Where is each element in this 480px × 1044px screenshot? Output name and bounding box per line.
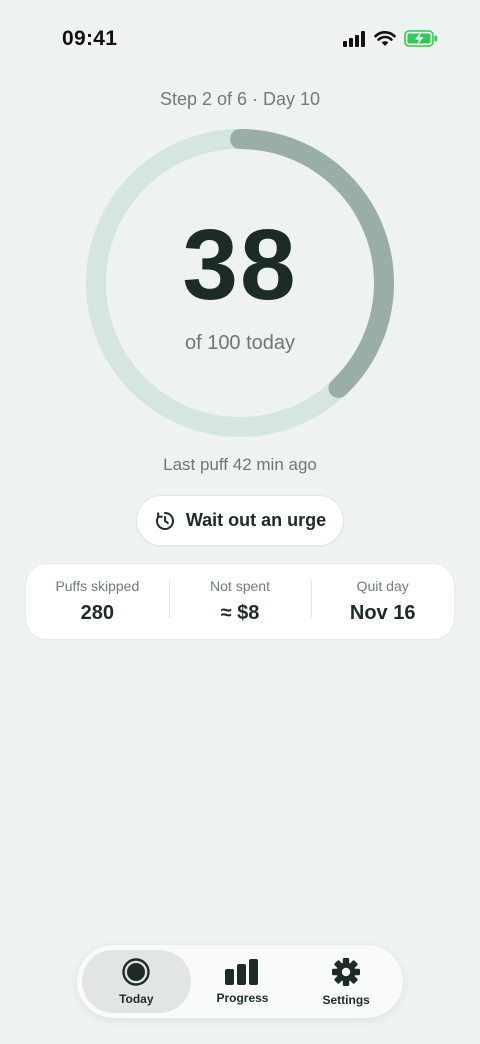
- stat-label: Not spent: [210, 578, 270, 594]
- tab-settings[interactable]: Settings: [294, 950, 398, 1013]
- tab-progress[interactable]: Progress: [191, 950, 295, 1013]
- stat-not-spent: Not spent ≈ $8: [168, 578, 312, 625]
- status-time: 09:41: [62, 27, 118, 50]
- ring-icon: [122, 957, 151, 986]
- puff-limit-label: of 100 today: [184, 332, 296, 354]
- tab-label: Progress: [216, 990, 269, 1005]
- stat-value: ≈ $8: [220, 602, 260, 624]
- stat-label: Puffs skipped: [55, 578, 140, 594]
- puff-count: 38: [182, 209, 298, 321]
- battery-charging-icon: [404, 30, 437, 47]
- tab-bar: Today Progress Settings: [77, 945, 403, 1018]
- cellular-signal-icon: [343, 30, 365, 47]
- wait-out-urge-button[interactable]: Wait out an urge: [136, 495, 344, 546]
- stat-puffs-skipped: Puffs skipped 280: [26, 578, 169, 625]
- last-puff-label: Last puff 42 min ago: [163, 455, 317, 474]
- stat-value: 280: [80, 602, 115, 624]
- tab-today[interactable]: Today: [82, 950, 191, 1013]
- stat-value: Nov 16: [349, 602, 416, 624]
- stat-quit-day: Quit day Nov 16: [311, 578, 454, 625]
- stat-label: Quit day: [356, 578, 409, 594]
- wifi-icon: [374, 30, 396, 46]
- daily-progress-ring: 38 of 100 today: [84, 127, 396, 439]
- stats-card: Puffs skipped 280 Not spent ≈ $8 Quit da…: [25, 563, 455, 640]
- timer-icon: [155, 511, 174, 530]
- tab-label: Settings: [322, 992, 370, 1007]
- tab-label: Today: [119, 991, 154, 1006]
- bar-chart-icon: [225, 958, 259, 985]
- gear-icon: [332, 957, 361, 986]
- status-bar: 09:41: [0, 0, 480, 72]
- wait-out-urge-label: Wait out an urge: [185, 510, 327, 530]
- status-icons: [342, 30, 438, 47]
- step-day-label: Step 2 of 6 · Day 10: [159, 89, 321, 109]
